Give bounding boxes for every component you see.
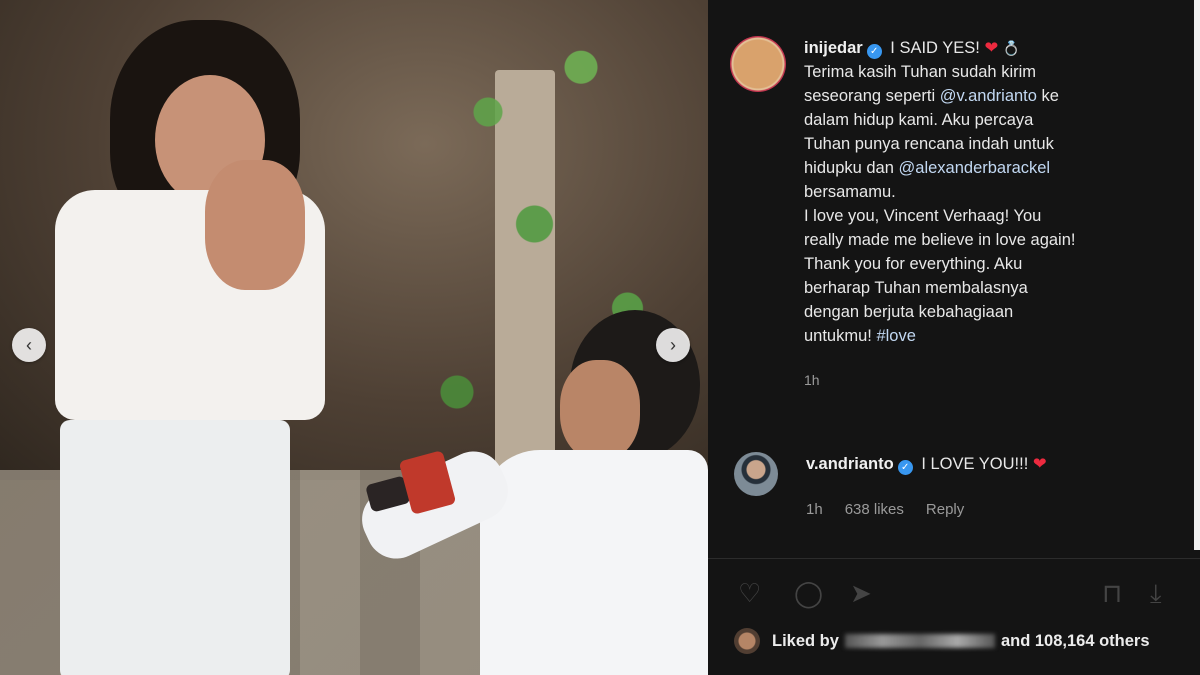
comment-likes[interactable]: 638 likes (845, 498, 904, 522)
heart-icon: ❤ (1032, 455, 1047, 473)
caption-line: untukmu! #love (804, 327, 916, 345)
bookmark-icon[interactable]: ⊓ (1102, 578, 1122, 609)
blurred-username[interactable] (844, 634, 995, 648)
caption-line: Thank you for everything. Aku (804, 255, 1023, 273)
action-bar: ♡ ◯ ➤ ⊓ ⤓ (730, 578, 1180, 612)
hashtag-link[interactable]: #love (876, 327, 915, 345)
verified-icon: ✓ (866, 44, 882, 59)
share-icon[interactable]: ➤ (850, 578, 872, 609)
mention-link[interactable]: @alexanderbarackel (899, 159, 1051, 177)
caption-line: dalam hidup kami. Aku percaya (804, 111, 1034, 129)
reply-button[interactable]: Reply (926, 498, 964, 522)
likes-count[interactable]: and 108,164 others (1001, 632, 1150, 651)
post-side-panel: inijedar ✓ I SAID YES! ❤ 💍 Terima kasih T… (708, 0, 1200, 675)
post-caption: inijedar ✓ I SAID YES! ❤ 💍 Terima kasih T… (730, 36, 1185, 392)
comment-meta: 1h 638 likes Reply (806, 498, 1047, 522)
photo-woman (55, 20, 355, 675)
caption-body: inijedar ✓ I SAID YES! ❤ 💍 Terima kasih T… (804, 36, 1184, 392)
verified-icon: ✓ (897, 460, 913, 475)
likes-prefix: Liked by (772, 631, 839, 650)
caption-line: seseorang seperti @v.andrianto ke (804, 87, 1059, 105)
post-headline: I SAID YES! (890, 39, 980, 57)
caption-line: I love you, Vincent Verhaag! You (804, 207, 1042, 225)
caption-line: hidupku dan @alexanderbarackel (804, 159, 1051, 177)
carousel-prev-button[interactable]: ‹ (12, 328, 46, 362)
mention-link[interactable]: @v.andrianto (940, 87, 1037, 105)
avatar[interactable] (734, 452, 778, 496)
man-face (560, 360, 640, 460)
comment-timestamp: 1h (806, 501, 823, 518)
ring-icon: 💍 (1002, 40, 1021, 56)
caption-line: really made me believe in love again! (804, 231, 1076, 249)
carousel-next-button[interactable]: › (656, 328, 690, 362)
download-icon[interactable]: ⤓ (1150, 578, 1162, 610)
woman-hands (205, 160, 305, 290)
caption-line: dengan berjuta kebahagiaan (804, 303, 1014, 321)
avatar[interactable] (734, 628, 760, 654)
caption-line: berharap Tuhan membalasnya (804, 279, 1028, 297)
chevron-right-icon: › (670, 334, 676, 355)
avatar[interactable] (730, 36, 786, 92)
comment-icon[interactable]: ◯ (794, 578, 823, 609)
comment-username[interactable]: v.andrianto (806, 455, 894, 473)
comment-text: I LOVE YOU!!! (921, 455, 1029, 473)
scrollbar[interactable] (1194, 0, 1200, 550)
post-username[interactable]: inijedar (804, 39, 863, 57)
caption-line: Tuhan punya rencana indah untuk (804, 135, 1054, 153)
comment: v.andrianto ✓ I LOVE YOU!!! ❤ 1h 638 like… (734, 452, 1174, 522)
post-photo: ‹ › (0, 0, 708, 675)
caption-line: Terima kasih Tuhan sudah kirim (804, 63, 1037, 81)
caption-line: bersamamu. (804, 183, 896, 201)
divider (708, 558, 1200, 559)
heart-icon: ❤ (984, 39, 999, 57)
comment-body: v.andrianto ✓ I LOVE YOU!!! ❤ 1h 638 like… (806, 452, 1047, 522)
man-white-shirt (480, 450, 708, 675)
likes-summary: Liked by and 108,164 others (734, 628, 1150, 654)
post-timestamp: 1h (804, 372, 820, 388)
chevron-left-icon: ‹ (26, 334, 32, 355)
like-icon[interactable]: ♡ (738, 578, 761, 609)
woman-white-pants (60, 420, 290, 675)
